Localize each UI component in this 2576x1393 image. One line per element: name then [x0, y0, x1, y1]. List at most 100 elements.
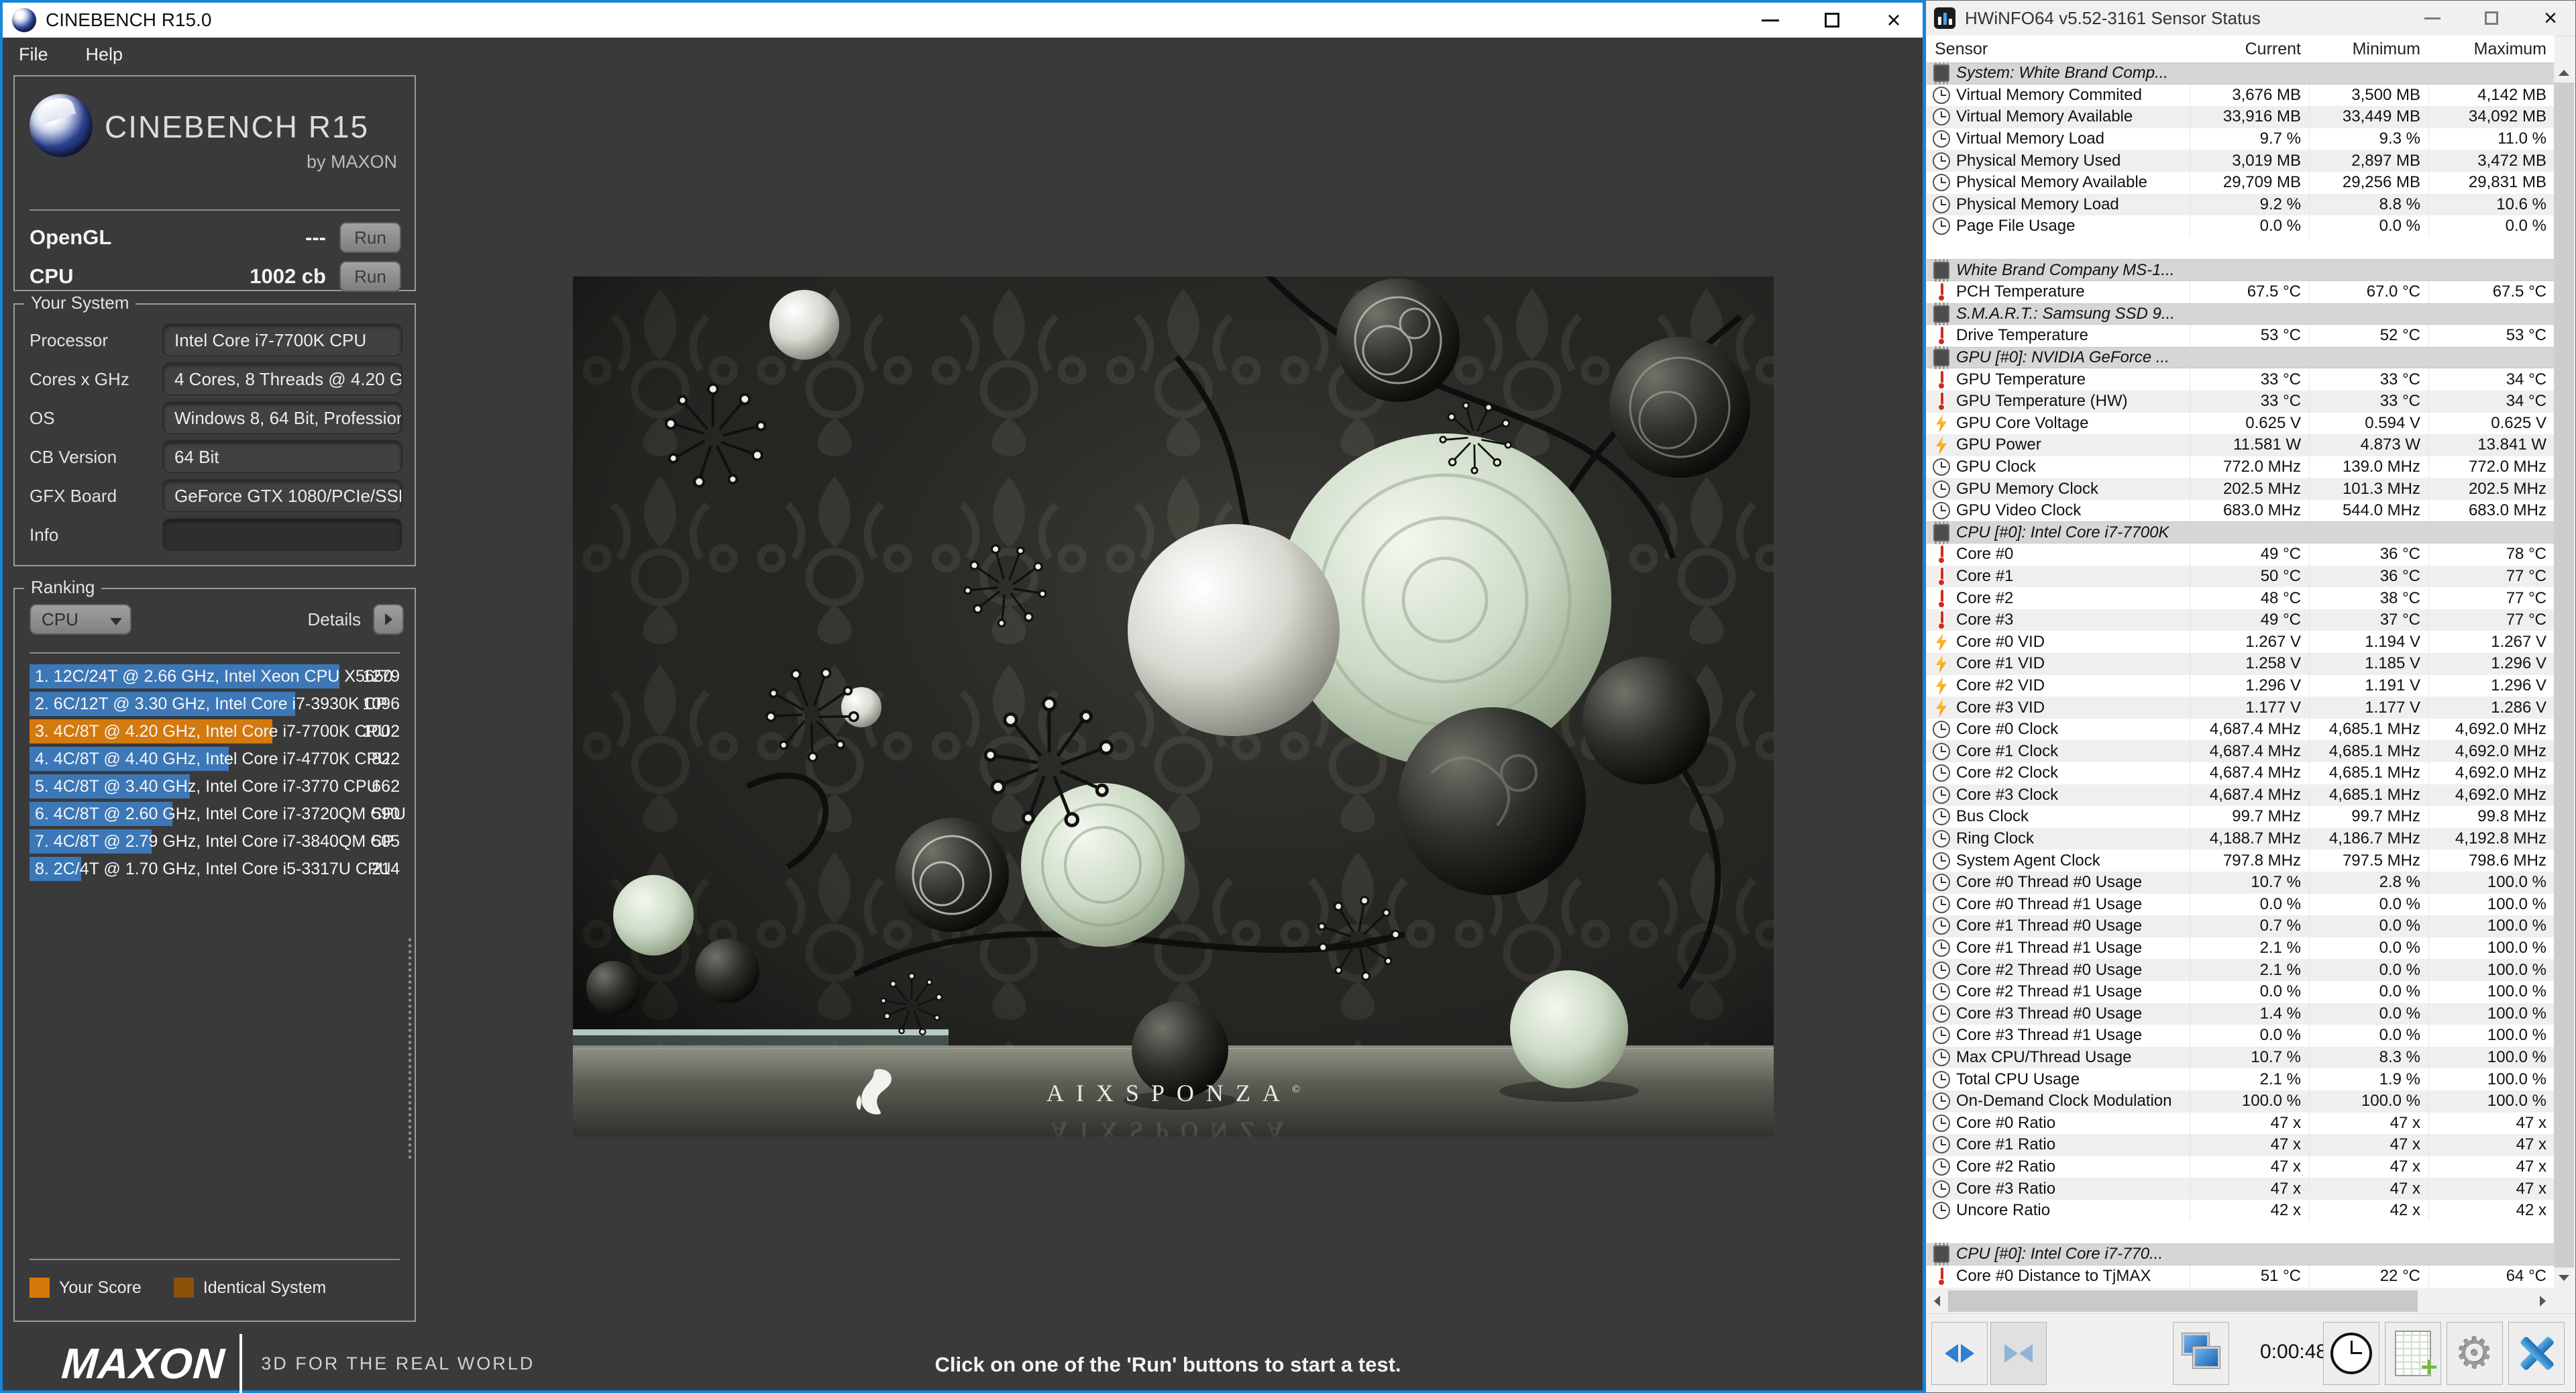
ranking-type-dropdown[interactable]: CPU — [30, 604, 131, 635]
sensor-row[interactable]: Core #3 Ratio 47 x 47 x 47 x — [1927, 1178, 2555, 1200]
ranking-row[interactable]: 2. 6C/12T @ 3.30 GHz, Intel Core i7-3930… — [30, 692, 404, 716]
scroll-down-icon[interactable] — [2554, 1268, 2574, 1288]
opengl-run-button[interactable]: Run — [339, 222, 401, 253]
scrollbar-thumb[interactable] — [1948, 1290, 2418, 1312]
sensor-row[interactable]: Core #3 Thread #0 Usage 1.4 % 0.0 % 100.0 % — [1927, 1002, 2555, 1025]
column-maximum[interactable]: Maximum — [2428, 40, 2555, 59]
sensor-row[interactable]: Bus Clock 99.7 MHz 99.7 MHz 99.8 MHz — [1927, 806, 2555, 828]
sensor-row[interactable]: Core #2 Ratio 47 x 47 x 47 x — [1927, 1155, 2555, 1178]
sensor-row[interactable]: Virtual Memory Commited 3,676 MB 3,500 MB 4… — [1927, 84, 2555, 107]
sensor-row[interactable]: PCH Temperature 67.5 °C 67.0 °C 67.5 °C — [1927, 280, 2555, 303]
horizontal-scrollbar[interactable] — [1927, 1289, 2553, 1313]
sensor-table-header[interactable]: Sensor Current Minimum Maximum — [1927, 36, 2555, 63]
ranking-row[interactable]: 8. 2C/4T @ 1.70 GHz, Intel Core i5-3317U… — [30, 857, 404, 881]
sensor-row[interactable]: Page File Usage 0.0 % 0.0 % 0.0 % — [1927, 215, 2555, 238]
sensor-group-header[interactable]: CPU [#0]: Intel Core i7-770... — [1927, 1243, 2555, 1266]
sensor-row[interactable]: Core #1 VID 1.258 V 1.185 V 1.296 V — [1927, 653, 2555, 675]
sensor-row[interactable]: GPU Temperature (HW) 33 °C 33 °C 34 °C — [1927, 390, 2555, 413]
sensor-current-value: 11.581 W — [2190, 434, 2309, 456]
details-button[interactable] — [373, 604, 404, 635]
settings-button[interactable]: ⚙ — [2447, 1322, 2503, 1385]
sensor-row[interactable]: Virtual Memory Load 9.7 % 9.3 % 11.0 % — [1927, 127, 2555, 150]
ranking-row[interactable]: 3. 4C/8T @ 4.20 GHz, Intel Core i7-7700K… — [30, 719, 404, 743]
sensor-row[interactable]: Core #1 50 °C 36 °C 77 °C — [1927, 565, 2555, 588]
sensor-group-header[interactable]: CPU [#0]: Intel Core i7-7700K — [1927, 521, 2555, 544]
sensor-row[interactable]: Core #1 Thread #0 Usage 0.7 % 0.0 % 100.0 % — [1927, 915, 2555, 937]
ranking-row[interactable]: 6. 4C/8T @ 2.60 GHz, Intel Core i7-3720Q… — [30, 802, 406, 826]
cinebench-titlebar[interactable]: CINEBENCH R15.0 × — [3, 3, 1923, 38]
clock-button[interactable] — [2323, 1322, 2379, 1385]
sensor-row[interactable]: Virtual Memory Available 33,916 MB 33,449 … — [1927, 106, 2555, 128]
sensor-row[interactable]: Uncore Ratio 42 x 42 x 42 x — [1927, 1199, 2555, 1222]
sensor-row[interactable]: System Agent Clock 797.8 MHz 797.5 MHz 798.… — [1927, 849, 2555, 872]
sensor-row[interactable]: Core #0 Thread #0 Usage 10.7 % 2.8 % 100.0 … — [1927, 871, 2555, 894]
maximize-icon[interactable] — [2480, 7, 2503, 30]
sensor-row[interactable]: Physical Memory Used 3,019 MB 2,897 MB 3,47… — [1927, 150, 2555, 172]
sensor-row[interactable]: On-Demand Clock Modulation 100.0 % 100.0 %… — [1927, 1090, 2555, 1113]
sensor-row[interactable]: GPU Memory Clock 202.5 MHz 101.3 MHz 202.5 … — [1927, 478, 2555, 500]
sensor-row[interactable]: Core #1 Clock 4,687.4 MHz 4,685.1 MHz 4,692… — [1927, 740, 2555, 762]
sensor-row[interactable]: GPU Core Voltage 0.625 V 0.594 V 0.625 V — [1927, 412, 2555, 435]
collapse-columns-button[interactable] — [1990, 1322, 2047, 1385]
column-minimum[interactable]: Minimum — [2309, 40, 2428, 59]
sensor-row[interactable]: Ring Clock 4,188.7 MHz 4,186.7 MHz 4,192.8 … — [1927, 827, 2555, 850]
sensor-row[interactable]: Core #3 Thread #1 Usage 0.0 % 0.0 % 100.0 % — [1927, 1025, 2555, 1047]
sensor-row[interactable]: Core #2 VID 1.296 V 1.191 V 1.296 V — [1927, 674, 2555, 697]
sensor-group-header[interactable]: System: White Brand Comp... — [1927, 62, 2555, 85]
sensor-group-header[interactable]: GPU [#0]: NVIDIA GeForce ... — [1927, 346, 2555, 370]
sensor-group-header[interactable]: S.M.A.R.T.: Samsung SSD 9... — [1927, 302, 2555, 325]
sensor-row[interactable]: Drive Temperature 53 °C 52 °C 53 °C — [1927, 325, 2555, 347]
sensor-row[interactable]: Core #2 48 °C 38 °C 77 °C — [1927, 587, 2555, 609]
sensor-row[interactable]: Physical Memory Available 29,709 MB 29,256… — [1927, 171, 2555, 194]
remote-monitoring-button[interactable] — [2173, 1322, 2229, 1385]
sensor-row[interactable]: Max CPU/Thread Usage 10.7 % 8.3 % 100.0 % — [1927, 1046, 2555, 1069]
sensor-row[interactable]: Core #0 Distance to TjMAX 51 °C 22 °C 64 °C — [1927, 1265, 2555, 1288]
ranking-row[interactable]: 1. 12C/24T @ 2.66 GHz, Intel Xeon CPU X5… — [30, 664, 404, 688]
scroll-right-icon[interactable] — [2532, 1289, 2553, 1313]
sensor-row[interactable]: GPU Power 11.581 W 4.873 W 13.841 W — [1927, 434, 2555, 456]
cpu-run-button[interactable]: Run — [339, 261, 401, 292]
sensor-row[interactable]: GPU Video Clock 683.0 MHz 544.0 MHz 683.0 M… — [1927, 499, 2555, 522]
sensor-table[interactable]: System: White Brand Comp... Virtual Memor… — [1927, 62, 2555, 1288]
sensor-row[interactable]: Core #3 VID 1.177 V 1.177 V 1.286 V — [1927, 696, 2555, 719]
clock-icon — [1927, 86, 1956, 104]
sensor-row[interactable]: GPU Clock 772.0 MHz 139.0 MHz 772.0 MHz — [1927, 456, 2555, 478]
sensor-row[interactable]: Core #2 Clock 4,687.4 MHz 4,685.1 MHz 4,692… — [1927, 762, 2555, 784]
minimize-icon[interactable] — [1759, 9, 1782, 32]
sensor-row[interactable]: Core #0 49 °C 36 °C 78 °C — [1927, 544, 2555, 566]
sensor-current-value: 33 °C — [2190, 368, 2309, 391]
sensor-row[interactable]: Physical Memory Load 9.2 % 8.8 % 10.6 % — [1927, 193, 2555, 216]
hwinfo-titlebar[interactable]: HWiNFO64 v5.52-3161 Sensor Status × — [1926, 1, 2575, 36]
menu-file[interactable]: File — [19, 44, 48, 65]
close-icon[interactable]: × — [1882, 8, 1905, 32]
close-sensors-button[interactable] — [2508, 1322, 2565, 1385]
ranking-row[interactable]: 7. 4C/8T @ 2.79 GHz, Intel Core i7-3840Q… — [30, 829, 404, 854]
logging-button[interactable] — [2385, 1322, 2441, 1385]
sensor-row[interactable]: Core #0 Clock 4,687.4 MHz 4,685.1 MHz 4,692… — [1927, 718, 2555, 741]
sensor-row[interactable]: Core #2 Thread #0 Usage 2.1 % 0.0 % 100.0 % — [1927, 959, 2555, 981]
scroll-left-icon[interactable] — [1927, 1289, 1947, 1313]
sensor-row[interactable]: Core #3 Clock 4,687.4 MHz 4,685.1 MHz 4,692… — [1927, 784, 2555, 807]
sensor-row[interactable]: Core #0 Thread #1 Usage 0.0 % 0.0 % 100.0 % — [1927, 893, 2555, 916]
column-sensor[interactable]: Sensor — [1927, 40, 2190, 59]
sensor-row[interactable]: Core #1 Ratio 47 x 47 x 47 x — [1927, 1134, 2555, 1156]
resize-grip[interactable] — [407, 937, 415, 1159]
minimize-icon[interactable] — [2421, 7, 2444, 30]
close-icon[interactable]: × — [2539, 5, 2562, 31]
sensor-row[interactable]: Core #2 Thread #1 Usage 0.0 % 0.0 % 100.0 % — [1927, 980, 2555, 1003]
sensor-row[interactable]: Core #0 Ratio 47 x 47 x 47 x — [1927, 1112, 2555, 1135]
sensor-row[interactable]: Core #0 VID 1.267 V 1.194 V 1.267 V — [1927, 631, 2555, 654]
column-current[interactable]: Current — [2190, 40, 2309, 59]
menu-help[interactable]: Help — [86, 44, 123, 65]
sensor-row[interactable]: Core #3 49 °C 37 °C 77 °C — [1927, 609, 2555, 631]
sensor-group-header[interactable]: White Brand Company MS-1... — [1927, 258, 2555, 282]
sensor-row[interactable]: GPU Temperature 33 °C 33 °C 34 °C — [1927, 368, 2555, 391]
ranking-row[interactable]: 5. 4C/8T @ 3.40 GHz, Intel Core i7-3770 … — [30, 774, 404, 798]
ranking-row[interactable]: 4. 4C/8T @ 4.40 GHz, Intel Core i7-4770K… — [30, 747, 404, 771]
expand-columns-button[interactable] — [1931, 1322, 1988, 1385]
maximize-icon[interactable] — [1821, 9, 1843, 32]
scroll-up-icon[interactable] — [2554, 62, 2574, 83]
sensor-row[interactable]: Core #1 Thread #1 Usage 2.1 % 0.0 % 100.0 % — [1927, 937, 2555, 960]
sensor-row[interactable]: Total CPU Usage 2.1 % 1.9 % 100.0 % — [1927, 1068, 2555, 1090]
vertical-scrollbar[interactable] — [2554, 62, 2574, 1288]
